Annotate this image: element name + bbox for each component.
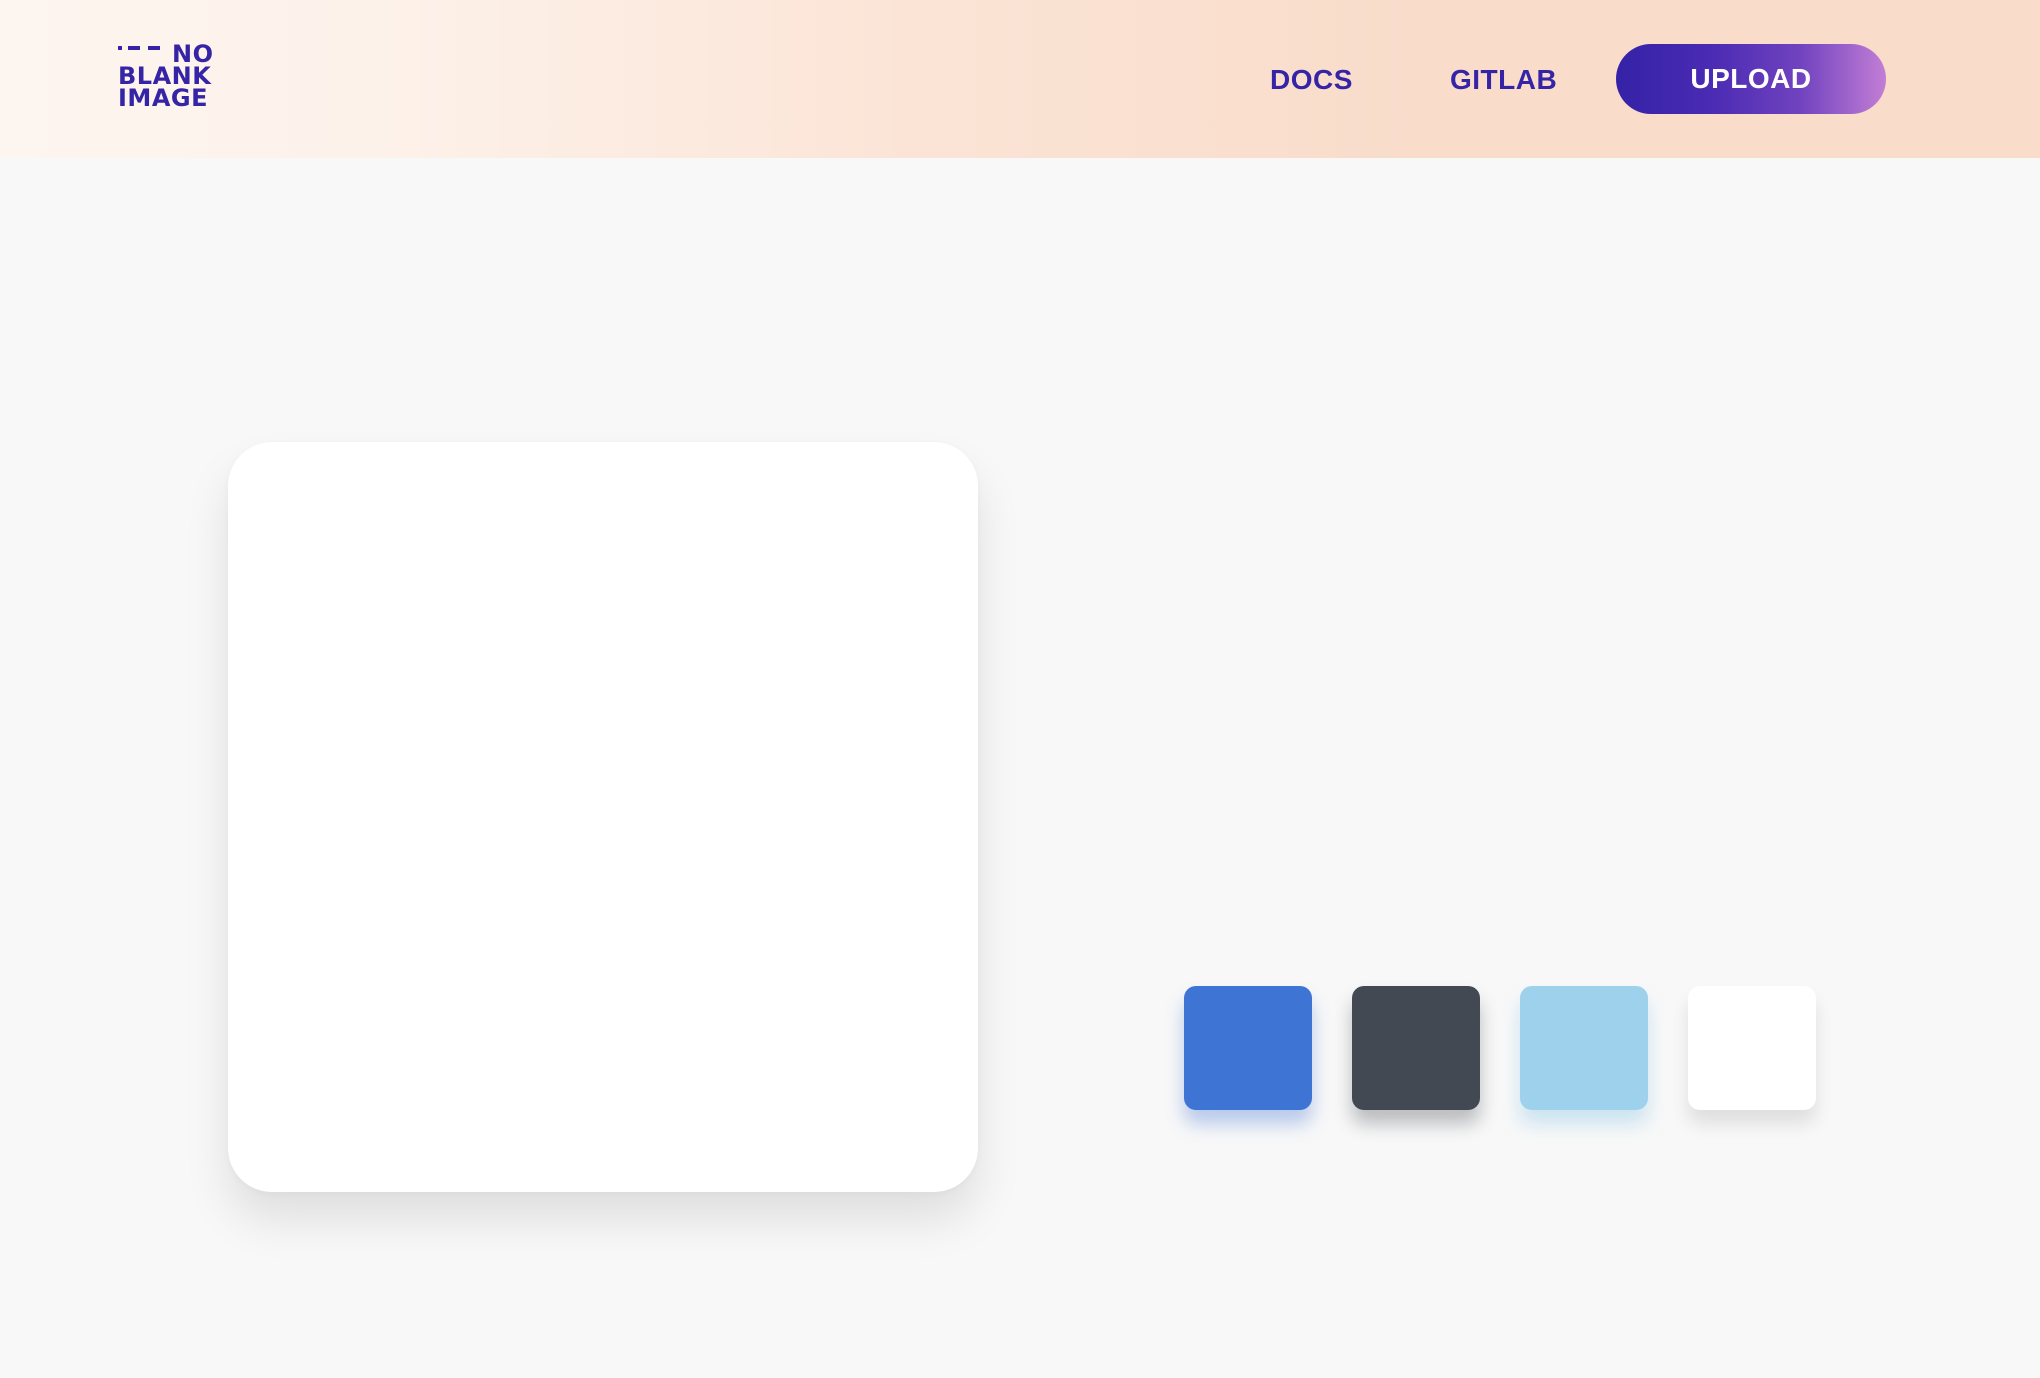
swatch-blue-button[interactable]: [1184, 986, 1312, 1110]
logo-dashes: [118, 46, 166, 50]
top-header: NO BLANK IMAGE DOCS GITLAB UPLOAD: [0, 0, 2040, 158]
logo-text-image: IMAGE: [118, 84, 208, 112]
gitlab-link[interactable]: GITLAB: [1450, 58, 1557, 102]
logo-dash: [148, 46, 160, 50]
swatch-white-button[interactable]: [1688, 986, 1816, 1110]
swatch-charcoal-button[interactable]: [1352, 986, 1480, 1110]
logo-dash: [128, 46, 140, 50]
docs-link[interactable]: DOCS: [1270, 58, 1354, 102]
no-blank-image-logo[interactable]: NO BLANK IMAGE: [118, 42, 218, 114]
upload-button[interactable]: UPLOAD: [1616, 44, 1886, 114]
blank-image-canvas: [228, 442, 978, 1192]
logo-dot: [118, 46, 122, 50]
swatch-light-blue-button[interactable]: [1520, 986, 1648, 1110]
